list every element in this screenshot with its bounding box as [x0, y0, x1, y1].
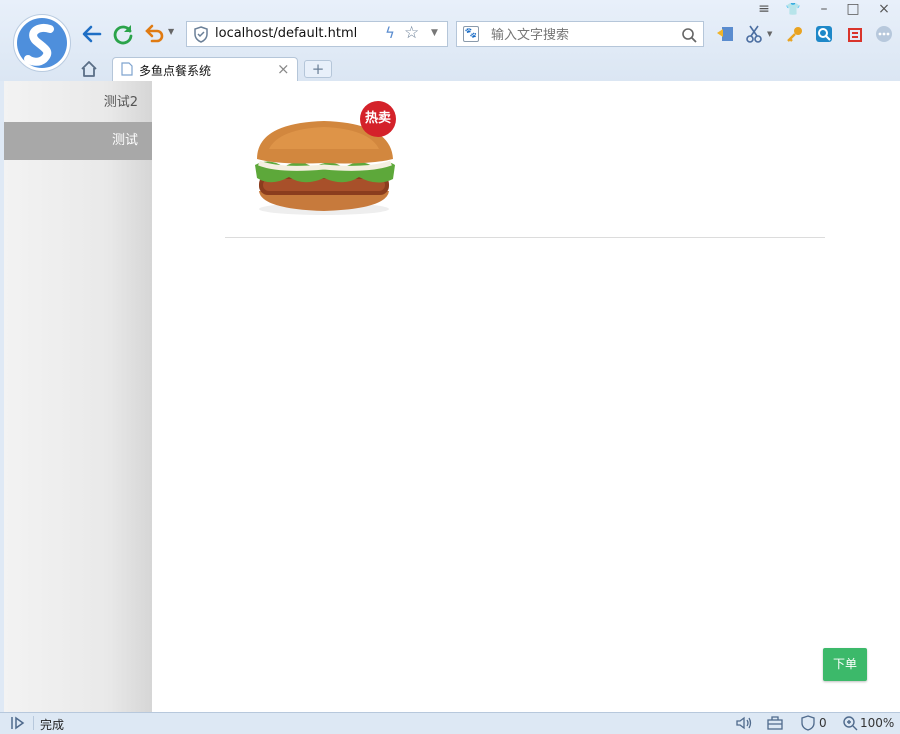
hot-sale-badge: 热卖	[360, 101, 396, 137]
share-icon[interactable]	[715, 24, 735, 44]
status-bar: 完成 0 100%	[0, 712, 900, 734]
minimize-button[interactable]: –	[812, 0, 836, 18]
search-box[interactable]: 🐾	[456, 21, 704, 47]
category-sidebar: 测试2 测试	[4, 81, 152, 712]
sidebar-toggle-icon[interactable]	[10, 716, 26, 730]
divider	[225, 237, 825, 238]
address-bar[interactable]: localhost/default.html ϟ ☆ ▼	[186, 21, 448, 47]
status-divider	[33, 716, 34, 730]
search-icon[interactable]	[681, 27, 697, 43]
search-tool-icon[interactable]	[814, 24, 834, 44]
scissors-icon[interactable]	[745, 24, 765, 44]
tab-close-icon[interactable]: ×	[277, 60, 290, 78]
skin-icon[interactable]: 👕	[781, 0, 805, 18]
lightning-icon[interactable]: ϟ	[385, 24, 395, 42]
zoom-icon[interactable]	[842, 715, 858, 731]
security-count: 0	[819, 716, 827, 730]
browser-toolbar: ≡ 👕 – □ × ▼ localhost/default.html ϟ ☆ ▼…	[0, 0, 900, 81]
new-tab-button[interactable]: +	[304, 60, 332, 78]
address-text[interactable]: localhost/default.html	[215, 26, 357, 41]
star-icon[interactable]: ☆	[404, 23, 419, 43]
zoom-level[interactable]: 100%	[860, 716, 894, 730]
maximize-button[interactable]: □	[841, 0, 865, 18]
toolbox-icon[interactable]	[767, 716, 783, 730]
page-viewport: 测试2 测试 热卖 下单	[4, 81, 900, 712]
refresh-icon[interactable]	[111, 22, 135, 46]
menu-icon[interactable]: ≡	[752, 0, 776, 18]
status-text: 完成	[40, 718, 65, 732]
undo-close-icon[interactable]	[143, 22, 167, 46]
back-arrow-icon[interactable]	[80, 22, 104, 46]
volume-icon[interactable]	[735, 716, 753, 730]
page-icon	[121, 62, 133, 76]
undo-dropdown-icon[interactable]: ▼	[168, 27, 174, 36]
search-engine-icon[interactable]: 🐾	[463, 26, 479, 42]
sidebar-item-test2[interactable]: 测试2	[4, 84, 152, 122]
order-button[interactable]: 下单	[823, 648, 867, 681]
key-icon[interactable]	[785, 24, 805, 44]
red-envelope-icon[interactable]	[845, 24, 865, 44]
shield-icon	[194, 26, 208, 43]
tab-title[interactable]: 多鱼点餐系统	[139, 62, 211, 79]
more-icon[interactable]	[874, 24, 894, 44]
sidebar-item-test[interactable]: 测试	[4, 122, 152, 160]
search-input[interactable]	[489, 24, 673, 46]
scissors-dropdown-icon[interactable]: ▼	[767, 30, 772, 38]
close-window-button[interactable]: ×	[872, 0, 896, 18]
browser-logo[interactable]	[13, 14, 71, 72]
address-dropdown-icon[interactable]: ▼	[431, 28, 438, 38]
home-icon[interactable]	[80, 60, 98, 78]
security-shield-icon[interactable]	[801, 715, 815, 731]
tab-active[interactable]: 多鱼点餐系统 ×	[112, 57, 298, 81]
